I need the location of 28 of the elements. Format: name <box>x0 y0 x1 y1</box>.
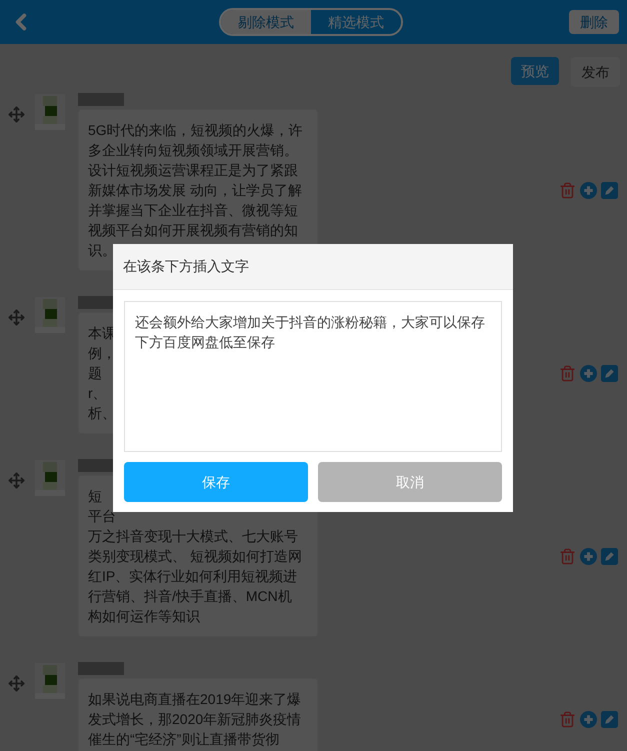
plus-circle-icon[interactable] <box>580 710 597 728</box>
trash-icon[interactable] <box>559 548 576 564</box>
trash-icon[interactable] <box>559 710 576 728</box>
text-input[interactable]: 还会额外给大家增加关于抖音的涨粉秘籍，大家可以保存下方百度网盘低至保存 <box>124 301 502 452</box>
preview-button[interactable]: 预览 <box>511 57 559 85</box>
plus-circle-icon[interactable] <box>580 182 597 198</box>
trash-icon[interactable] <box>559 182 576 198</box>
name-blur <box>78 662 124 675</box>
trash-icon[interactable] <box>559 364 576 382</box>
drag-icon[interactable] <box>8 309 25 326</box>
publish-button[interactable]: 发布 <box>571 57 620 87</box>
drag-icon[interactable] <box>8 472 25 489</box>
plus-circle-icon[interactable] <box>580 364 597 382</box>
delete-button[interactable]: 删除 <box>569 10 619 34</box>
edit-icon[interactable] <box>601 364 618 382</box>
cancel-button[interactable]: 取消 <box>318 462 502 502</box>
name-blur <box>78 93 124 106</box>
post-text: 5G时代的来临，短视频的火爆，许 多企业转向短视频领域开展营销。 设计短视频运营课程正是为了紧跟 新媒体市场发展 动向，让学员了解 并掌握当下企业在抖音、微视等短 视频平台如何开展视频有营销的知 识。 <box>88 121 303 259</box>
drag-icon[interactable] <box>8 675 25 692</box>
drag-icon[interactable] <box>8 106 25 123</box>
edit-icon[interactable] <box>601 182 618 198</box>
dialog-title: 在该条下方插入文字 <box>123 257 249 276</box>
save-button[interactable]: 保存 <box>124 462 308 502</box>
edit-icon[interactable] <box>601 710 618 728</box>
mode-tab[interactable]: 剔除模式 <box>221 10 311 34</box>
post-text: 如果说电商直播在2019年迎来了爆 发式增长，那2020年新冠肺炎疫情 催生的“宅经济”则让直播带货彻 <box>88 690 302 749</box>
plus-circle-icon[interactable] <box>580 548 597 564</box>
edit-icon[interactable] <box>601 548 618 564</box>
